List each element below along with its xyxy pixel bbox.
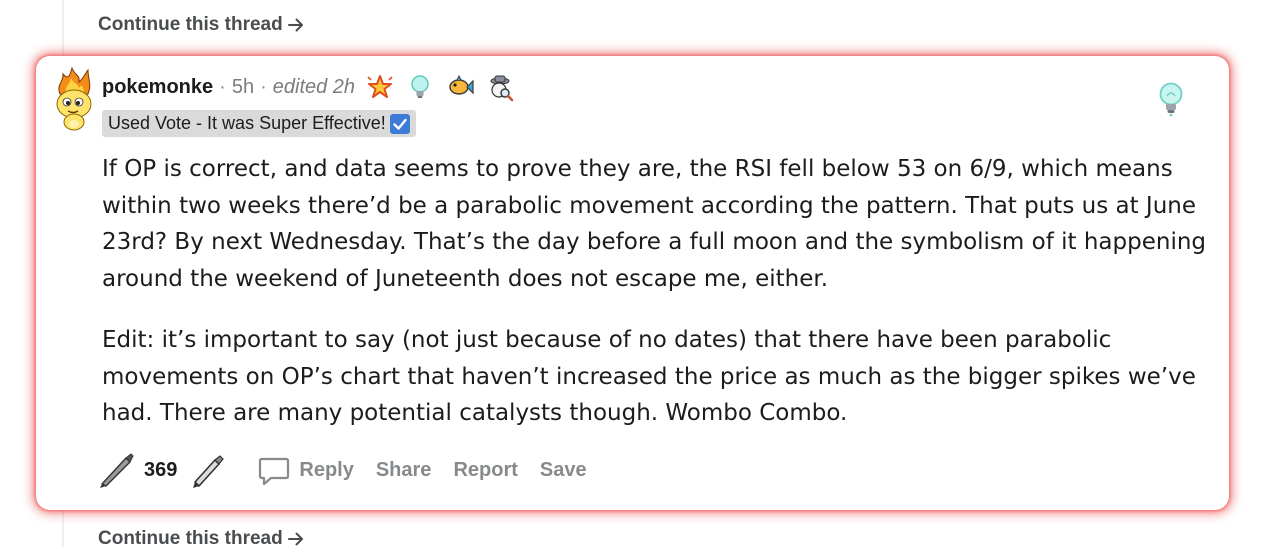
lightbulb-icon: [1159, 82, 1183, 117]
continue-thread-label: Continue this thread: [98, 14, 283, 35]
separator-dot: ·: [260, 75, 267, 98]
star-award-icon[interactable]: [365, 72, 395, 102]
arrow-right-icon: [287, 532, 303, 546]
save-label: Save: [539, 458, 587, 481]
fish-award-icon[interactable]: [445, 72, 475, 102]
comment-thread-page: Continue this thread pokemonke · 5h · ed…: [0, 0, 1279, 547]
lightbulb-award-icon[interactable]: [405, 72, 435, 102]
comment-body: If OP is correct, and data seems to prov…: [102, 151, 1212, 457]
continue-thread-label: Continue this thread: [98, 528, 283, 547]
detective-award-icon[interactable]: [485, 72, 515, 102]
report-label: Report: [453, 458, 518, 481]
report-button[interactable]: Report: [453, 459, 517, 482]
save-button[interactable]: Save: [540, 459, 587, 482]
arrow-right-icon: [287, 18, 303, 32]
share-button[interactable]: Share: [376, 459, 432, 482]
username[interactable]: pokemonke: [102, 76, 213, 99]
flair-text: Used Vote - It was Super Effective!: [108, 113, 386, 133]
comment-bubble-icon: [259, 457, 290, 486]
continue-thread-link-top[interactable]: Continue this thread: [98, 14, 305, 36]
checkmark-icon: [389, 113, 410, 134]
comment-paragraph: Edit: it’s important to say (not just be…: [102, 327, 1196, 426]
edited-label: edited 2h: [272, 75, 356, 98]
vote-score: 369: [144, 458, 178, 481]
timestamp[interactable]: 5h: [232, 76, 254, 99]
reply-button[interactable]: Reply: [257, 453, 354, 487]
comment-meta: pokemonke · 5h · edited 2h: [102, 72, 515, 102]
upvote-icon[interactable]: [96, 450, 136, 490]
continue-thread-link-bottom[interactable]: Continue this thread: [98, 528, 305, 547]
share-label: Share: [375, 458, 432, 481]
downvote-icon[interactable]: [187, 450, 227, 490]
user-flair: Used Vote - It was Super Effective!: [102, 110, 416, 137]
comment-actions: 369 Reply Share Report Save: [96, 448, 587, 492]
avatar[interactable]: [46, 66, 102, 132]
highlighted-comment: pokemonke · 5h · edited 2h Used Vote - I…: [36, 56, 1229, 510]
separator-dot: ·: [219, 75, 226, 98]
comment-paragraph: If OP is correct, and data seems to prov…: [102, 156, 1207, 292]
reply-label: Reply: [299, 458, 354, 481]
